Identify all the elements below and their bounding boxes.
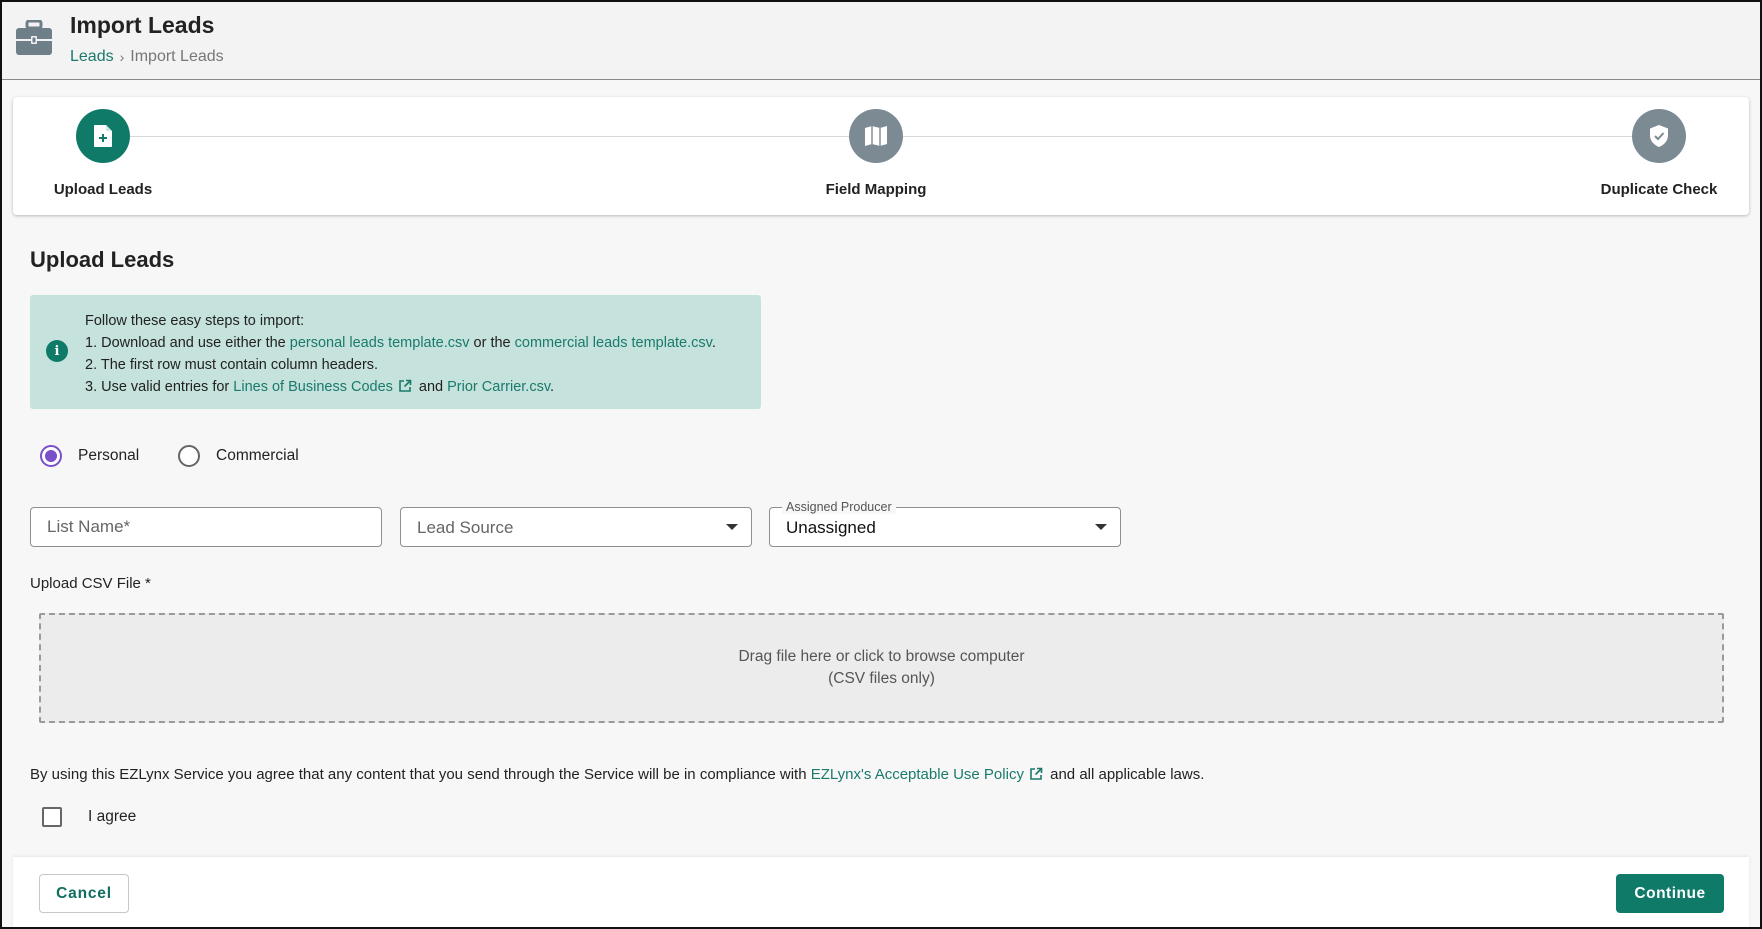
lead-source-select[interactable]: Lead Source <box>400 507 752 547</box>
assigned-producer-select[interactable]: Assigned Producer Unassigned <box>769 500 1121 547</box>
continue-button[interactable]: Continue <box>1616 874 1724 913</box>
radio-personal[interactable]: Personal <box>40 445 139 467</box>
usage-agreement-text: By using this EZLynx Service you agree t… <box>30 766 1205 783</box>
page-header: Import Leads Leads › Import Leads <box>0 0 1762 80</box>
agree-checkbox-label: I agree <box>88 808 137 825</box>
radio-button[interactable] <box>178 445 200 467</box>
upload-label: Upload CSV File * <box>30 575 151 592</box>
caret-down-icon <box>1095 524 1107 530</box>
acceptable-use-policy-link[interactable]: EZLynx's Acceptable Use Policy <box>811 766 1024 783</box>
breadcrumb-leads-link[interactable]: Leads <box>70 48 114 66</box>
caret-down-icon <box>726 524 738 530</box>
prior-carrier-link[interactable]: Prior Carrier.csv <box>447 379 550 395</box>
step-upload-leads[interactable]: Upload Leads <box>33 109 173 198</box>
dropzone-instruction: Drag file here or click to browse comput… <box>738 648 1025 665</box>
assigned-producer-label: Assigned Producer <box>782 500 896 514</box>
radio-button-selected[interactable] <box>40 445 62 467</box>
step-connector <box>123 136 850 137</box>
cancel-button[interactable]: Cancel <box>39 874 129 913</box>
external-link-icon <box>1030 767 1043 780</box>
assigned-producer-value: Unassigned <box>786 518 876 537</box>
external-link-icon <box>399 379 412 392</box>
lob-codes-link[interactable]: Lines of Business Codes <box>233 379 393 395</box>
agree-checkbox-row[interactable]: I agree <box>42 807 136 827</box>
step-label: Upload Leads <box>53 181 153 198</box>
step-label: Field Mapping <box>825 181 927 198</box>
shield-check-icon <box>1632 109 1686 163</box>
instructions-step-3: 3. Use valid entries for Lines of Busine… <box>85 379 555 395</box>
file-add-icon <box>76 109 130 163</box>
breadcrumb-current: Import Leads <box>130 48 224 65</box>
step-field-mapping[interactable]: Field Mapping <box>806 109 946 198</box>
instructions-step-2: 2. The first row must contain column hea… <box>85 357 379 373</box>
radio-label: Commercial <box>216 447 299 464</box>
radio-label: Personal <box>78 447 140 464</box>
import-stepper: Upload Leads Field Mapping Duplicate Che… <box>13 97 1749 215</box>
breadcrumb: Leads › Import Leads <box>70 48 224 66</box>
info-icon: i <box>46 340 68 362</box>
lead-source-placeholder: Lead Source <box>417 518 514 537</box>
instructions-step-1: 1. Download and use either the personal … <box>85 335 716 351</box>
step-connector <box>903 136 1639 137</box>
csv-dropzone[interactable]: Drag file here or click to browse comput… <box>39 613 1724 723</box>
footer-actions: Cancel Continue <box>13 857 1749 927</box>
import-instructions: i Follow these easy steps to import: 1. … <box>30 295 761 409</box>
briefcase-icon <box>16 20 52 55</box>
commercial-template-link[interactable]: commercial leads template.csv <box>515 335 712 351</box>
instructions-intro: Follow these easy steps to import: <box>85 313 305 329</box>
personal-template-link[interactable]: personal leads template.csv <box>290 335 470 351</box>
map-icon <box>849 109 903 163</box>
step-label: Duplicate Check <box>1600 181 1718 198</box>
radio-commercial[interactable]: Commercial <box>178 445 299 467</box>
chevron-right-icon: › <box>119 49 125 65</box>
step-duplicate-check[interactable]: Duplicate Check <box>1589 109 1729 198</box>
page-title: Import Leads <box>70 12 215 38</box>
agree-checkbox[interactable] <box>42 807 62 827</box>
list-name-input[interactable] <box>31 508 381 546</box>
list-name-field[interactable] <box>30 507 382 547</box>
section-title: Upload Leads <box>30 247 175 272</box>
dropzone-file-types: (CSV files only) <box>828 670 935 687</box>
